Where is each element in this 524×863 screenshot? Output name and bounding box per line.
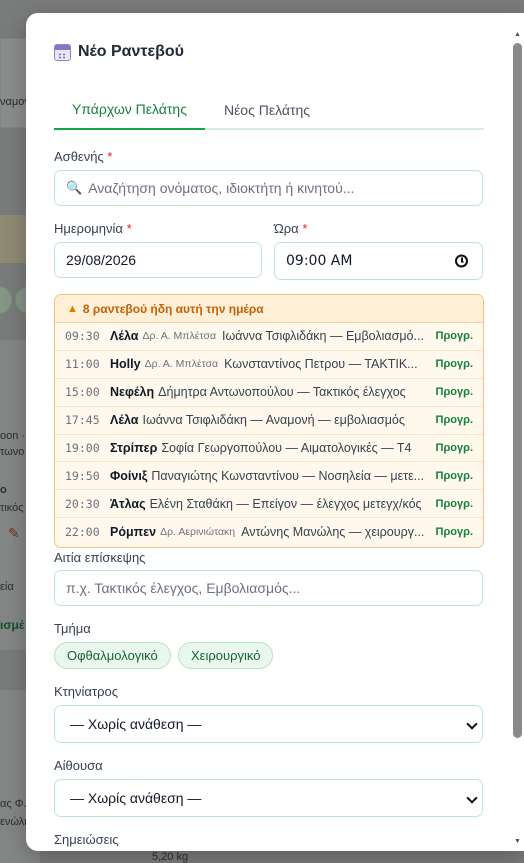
department-option-ophthalmology[interactable]: Οφθαλμολογικό — [54, 642, 171, 669]
bg-fragment: τωνο — [0, 446, 25, 458]
bg-fragment: ισμέ — [0, 618, 25, 632]
appointment-pet: Holly — [110, 357, 141, 372]
client-tabs: Υπάρχων Πελάτης Νέος Πελάτης — [54, 89, 484, 130]
chevron-down-icon — [468, 794, 476, 802]
appointment-description: Κωνσταντίνος Πετρου — ΤΑΚΤΙΚ... — [224, 357, 418, 372]
appointment-description: Ελένη Σταθάκη — Επείγον — έλεγχος μετεγχ… — [149, 496, 422, 511]
appointment-description: Σοφία Γεωργοπούλου — Αιματολογικές — Τ4 — [161, 441, 412, 455]
pencil-icon: ✎ — [8, 525, 20, 541]
appointment-status: Προγρ. — [435, 386, 473, 399]
time-value: 09:00 AM — [286, 253, 353, 269]
appointment-pet: Ρόμπεν — [110, 525, 157, 540]
magnifier-icon: 🔍 — [66, 180, 83, 195]
chevron-down-icon — [468, 720, 476, 728]
day-appointments-warning: ▲ 8 ραντεβού ήδη αυτή την ημέρα 09:30 Λέλ… — [54, 294, 484, 548]
appointment-status: Προγρ. — [435, 526, 473, 539]
appointment-time: 19:00 — [65, 441, 100, 455]
appointment-time: 19:50 — [65, 468, 100, 483]
appointment-row[interactable]: 11:00 Holly Δρ. Α. Μπλέτσα Κωνσταντίνος Πετ… — [55, 351, 483, 379]
appointment-description: Δήμητρα Αντωνοπούλου — Τακτικός έλεγχος — [158, 385, 406, 400]
time-label-text: Ώρα — [274, 221, 299, 236]
new-appointment-modal: Νέο Ραντεβού Υπάρχων Πελάτης Νέος Πελάτη… — [26, 13, 524, 851]
appointment-vet: Δρ. Α. Μπλέτσα — [144, 358, 219, 371]
appointment-pet: Στρίπερ — [110, 441, 158, 455]
appointment-pet: Άτλας — [110, 496, 146, 511]
required-mark: * — [107, 149, 113, 164]
vet-label: Κτηνίατρος — [54, 684, 118, 699]
appointment-time: 17:45 — [65, 413, 100, 428]
room-select-value: — Χωρίς ανάθεση — — [70, 790, 202, 806]
reason-placeholder: π.χ. Τακτικός έλεγχος, Εμβολιασμός... — [66, 580, 301, 596]
appointment-time: 22:00 — [65, 525, 100, 540]
modal-header: Νέο Ραντεβού — [54, 43, 184, 61]
tab-existing-client[interactable]: Υπάρχων Πελάτης — [54, 89, 205, 130]
appointment-status: Προγρ. — [435, 497, 473, 510]
warning-header: ▲ 8 ραντεβού ήδη αυτή την ημέρα — [55, 295, 483, 323]
bg-fragment: ας Φ. — [0, 798, 27, 810]
appointment-pet: Λέλα — [110, 329, 139, 344]
patient-label-text: Ασθενής — [54, 149, 104, 164]
appointment-row[interactable]: 19:00 Στρίπερ Σοφία Γεωργοπούλου — Αιματολ… — [55, 435, 483, 463]
tab-new-client[interactable]: Νέος Πελάτης — [205, 89, 329, 130]
time-label: Ώρα * — [274, 221, 307, 236]
scroll-up-arrow-icon[interactable]: ▲ — [513, 30, 522, 40]
notes-label: Σημειώσεις — [54, 832, 119, 847]
bg-fragment: ο — [0, 484, 7, 496]
appointment-vet: Δρ. Α. Μπλέτσα — [142, 330, 217, 343]
date-label: Ημερομηνία * — [54, 221, 132, 236]
department-label: Τμήμα — [54, 621, 91, 636]
appointment-pet: Νεφέλη — [110, 385, 155, 400]
appointment-description: Ιωάννα Τσιφλιδάκη — Αναμονή — εμβολιασμό… — [142, 413, 405, 428]
appointment-status: Προγρ. — [435, 330, 473, 343]
reason-input[interactable]: π.χ. Τακτικός έλεγχος, Εμβολιασμός... — [54, 570, 483, 606]
appointment-pet: Λέλα — [110, 413, 139, 428]
required-mark: * — [126, 221, 132, 236]
bg-fragment: 5,20 kg — [152, 851, 189, 863]
appointment-row[interactable]: 20:30 Άτλας Ελένη Σταθάκη — Επείγον — έλεγ… — [55, 490, 483, 519]
appointment-time: 11:00 — [65, 357, 100, 372]
bg-fragment: oon · — [0, 430, 26, 442]
vet-select[interactable]: — Χωρίς ανάθεση — — [54, 705, 483, 743]
appointment-description: Παναγιώτης Κωνσταντίνου — Νοσηλεία — μετ… — [151, 468, 425, 483]
appointment-status: Προγρ. — [435, 414, 473, 427]
modal-scrollbar-thumb[interactable] — [513, 43, 522, 738]
vet-select-value: — Χωρίς ανάθεση — — [70, 716, 202, 732]
clock-icon[interactable] — [455, 254, 468, 268]
appointment-time: 20:30 — [65, 496, 100, 511]
appointment-status: Προγρ. — [435, 442, 473, 454]
date-input[interactable]: 29/08/2026 — [54, 242, 262, 278]
calendar-icon — [54, 43, 71, 61]
patient-search-input[interactable]: 🔍 Αναζήτηση ονόματος, ιδιοκτήτη ή κινητο… — [54, 170, 483, 206]
patient-label: Ασθενής * — [54, 149, 112, 164]
appointment-row[interactable]: 22:00 Ρόμπεν Δρ. Αερινιώτακη Αντώνης Μανώλη… — [55, 518, 483, 546]
department-option-surgery[interactable]: Χειρουργικό — [178, 642, 274, 669]
date-value: 29/08/2026 — [66, 252, 137, 268]
appointment-row[interactable]: 15:00 Νεφέλη Δήμητρα Αντωνοπούλου — Τακτικ… — [55, 379, 483, 407]
time-input[interactable]: 09:00 AM — [274, 242, 483, 280]
appointment-description: Ιωάννα Τσιφλιδάκη — Εμβολιασμό... — [222, 329, 424, 344]
appointment-list: 09:30 Λέλα Δρ. Α. Μπλέτσα Ιωάννα Τσιφλιδάκη… — [55, 323, 483, 546]
warning-triangle-icon: ▲ — [67, 302, 78, 315]
appointment-row[interactable]: 19:50 Φοίνιξ Παναγιώτης Κωνσταντίνου — Νοσ… — [55, 462, 483, 491]
patient-search-placeholder: Αναζήτηση ονόματος, ιδιοκτήτη ή κινητού.… — [88, 180, 355, 196]
reason-label: Αιτία επίσκεψης — [54, 550, 146, 565]
appointment-pet: Φοίνιξ — [110, 468, 148, 483]
bg-pill — [0, 286, 12, 314]
required-mark: * — [302, 221, 308, 236]
bg-fragment: εία — [0, 581, 14, 593]
appointment-vet: Δρ. Αερινιώτακη — [160, 526, 236, 539]
room-label: Αίθουσα — [54, 758, 103, 773]
appointment-time: 09:30 — [65, 329, 100, 344]
appointment-status: Προγρ. — [435, 469, 473, 482]
appointment-description: Αντώνης Μανώλης — χειρουργ... — [241, 525, 425, 540]
modal-title: Νέο Ραντεβού — [78, 43, 184, 60]
date-label-text: Ημερομηνία — [54, 221, 123, 236]
room-select[interactable]: — Χωρίς ανάθεση — — [54, 779, 483, 817]
appointment-status: Προγρ. — [435, 358, 473, 371]
appointment-row[interactable]: 17:45 Λέλα Ιωάννα Τσιφλιδάκη — Αναμονή — ε… — [55, 407, 483, 435]
appointment-time: 15:00 — [65, 385, 100, 400]
scroll-down-arrow-icon[interactable]: ▼ — [513, 837, 522, 847]
appointment-row[interactable]: 09:30 Λέλα Δρ. Α. Μπλέτσα Ιωάννα Τσιφλιδάκη… — [55, 323, 483, 351]
warning-text: 8 ραντεβού ήδη αυτή την ημέρα — [82, 301, 264, 316]
